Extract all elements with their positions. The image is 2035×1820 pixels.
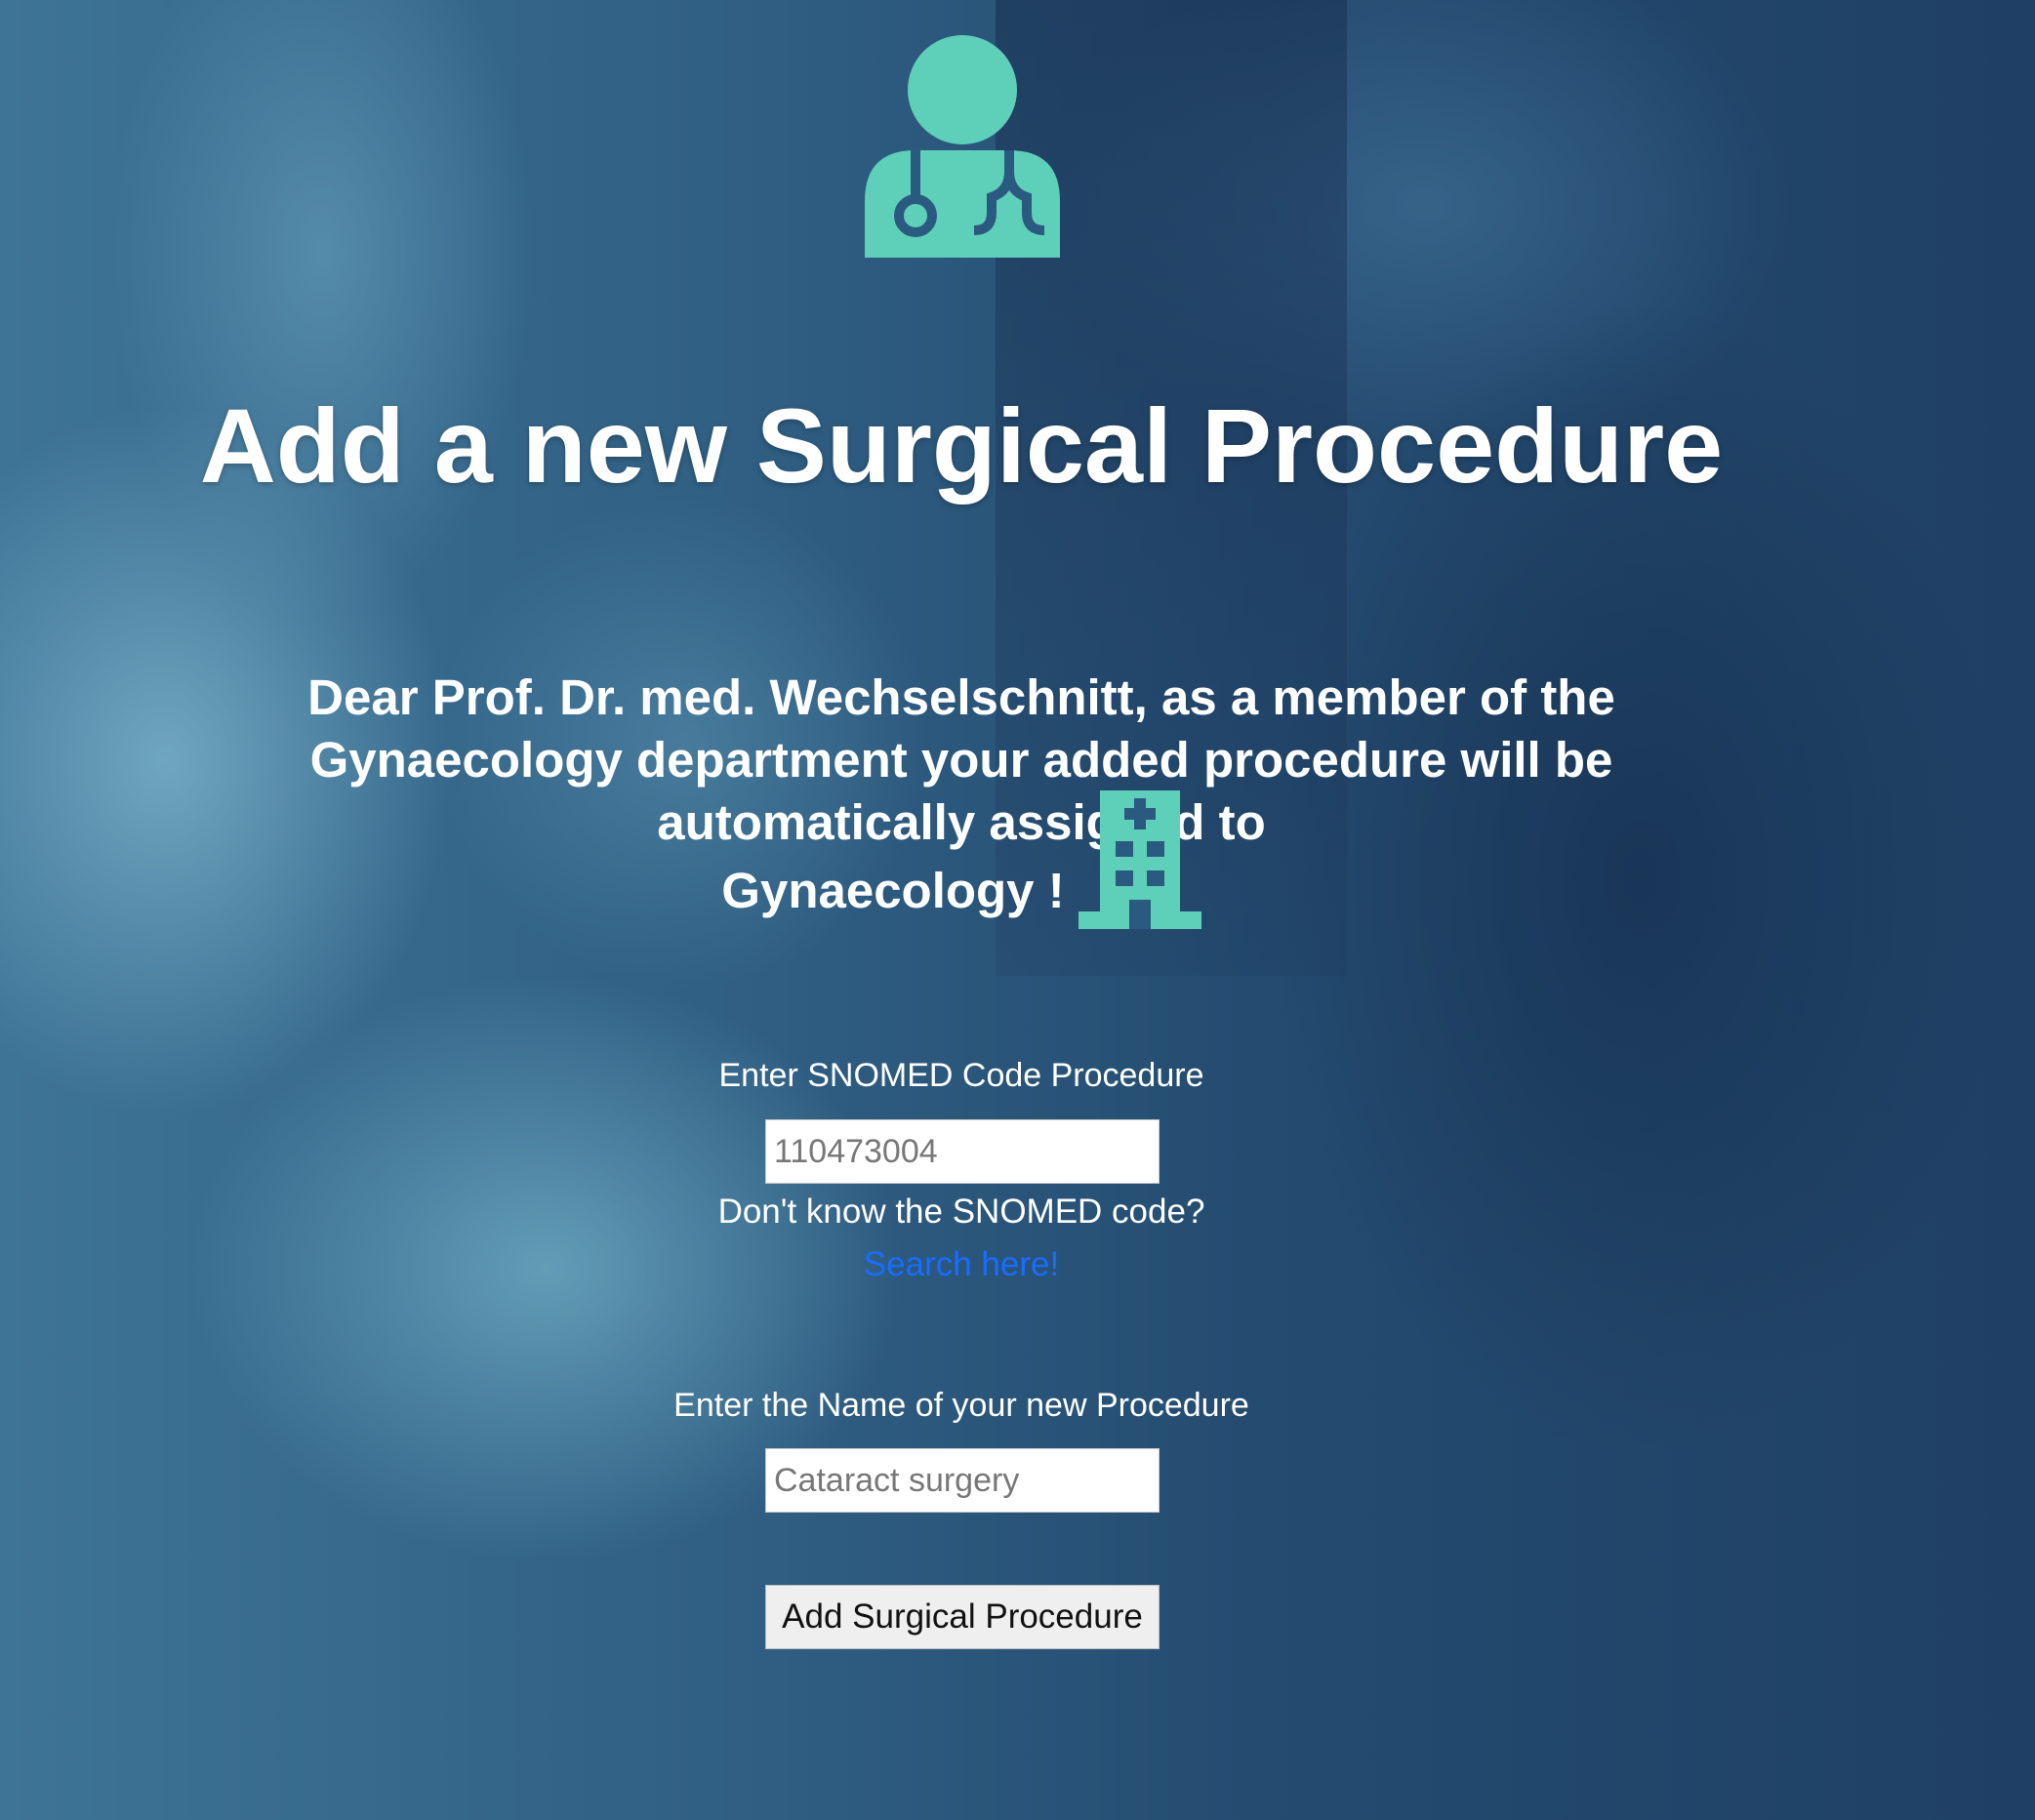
snomed-help-text: Don't know the SNOMED code? bbox=[717, 1193, 1205, 1231]
department-assignment: Gynaecology ! bbox=[0, 789, 1923, 929]
add-surgical-procedure-button[interactable]: Add Surgical Procedure bbox=[765, 1585, 1160, 1649]
page-title: Add a new Surgical Procedure bbox=[199, 386, 1724, 505]
page-background: Add a new Surgical Procedure Dear Prof. … bbox=[0, 0, 2035, 1820]
doctor-icon bbox=[865, 35, 1060, 258]
main-content: Add a new Surgical Procedure Dear Prof. … bbox=[0, 0, 1923, 1820]
search-link-container: Search here! bbox=[0, 1243, 1923, 1286]
hospital-icon bbox=[1078, 790, 1201, 929]
procedure-name-label: Enter the Name of your new Procedure bbox=[673, 1387, 1249, 1424]
snomed-code-input[interactable] bbox=[765, 1119, 1160, 1184]
department-name: Gynaecology ! bbox=[721, 863, 1065, 918]
snomed-code-label: Enter SNOMED Code Procedure bbox=[718, 1057, 1204, 1094]
procedure-name-input[interactable] bbox=[765, 1448, 1160, 1513]
snomed-search-link[interactable]: Search here! bbox=[864, 1245, 1059, 1283]
